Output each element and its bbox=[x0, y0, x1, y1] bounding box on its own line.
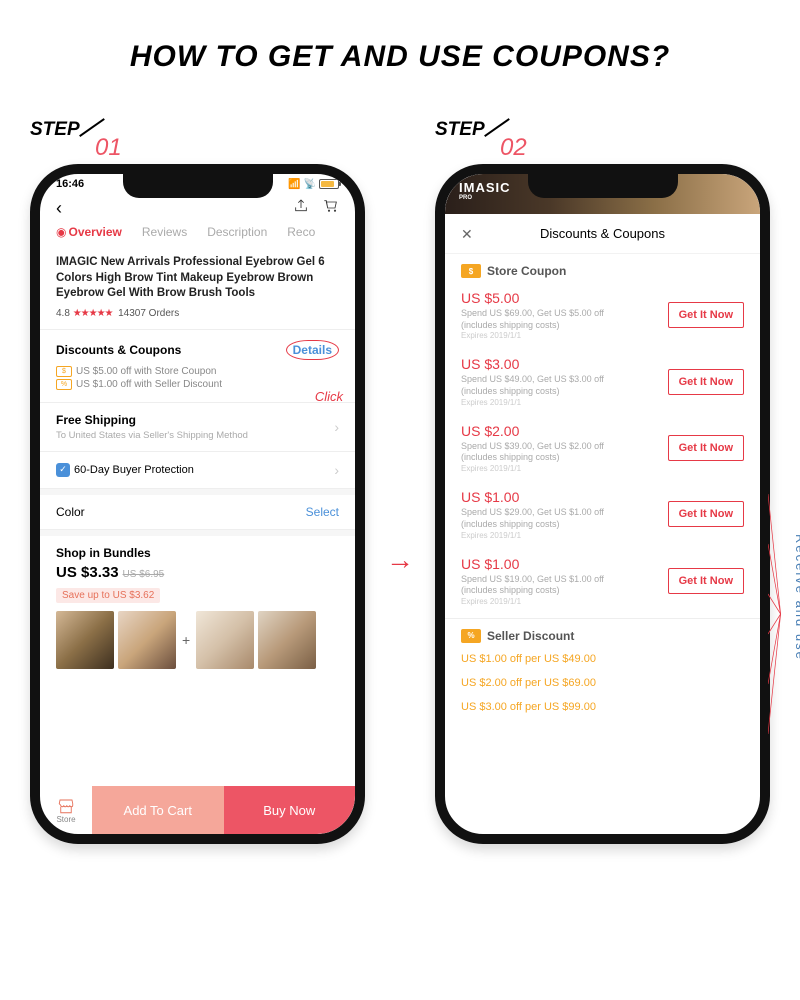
free-shipping-sub: To United States via Seller's Shipping M… bbox=[56, 430, 248, 441]
chevron-right-icon: › bbox=[334, 419, 339, 435]
bundle-price: US $3.33US $6.95 bbox=[56, 564, 339, 581]
store-coupon-header: Store Coupon bbox=[487, 264, 566, 278]
get-it-now-button[interactable]: Get It Now bbox=[668, 369, 744, 395]
percent-badge-icon: % bbox=[461, 629, 481, 643]
coupon-amount: US $2.00 bbox=[461, 423, 604, 439]
chevron-right-icon: › bbox=[334, 462, 339, 478]
discounts-coupons-header: Discounts & Coupons bbox=[56, 343, 181, 357]
coupon-expiry: Expires 2019/1/1 bbox=[461, 531, 604, 540]
bundle-save-badge: Save up to US $3.62 bbox=[56, 588, 160, 603]
close-button[interactable]: ✕ bbox=[461, 226, 473, 243]
share-icon[interactable] bbox=[293, 198, 309, 219]
step-2-number: 02 bbox=[500, 134, 527, 162]
store-label: Store bbox=[56, 815, 75, 824]
coupon-expiry: Expires 2019/1/1 bbox=[461, 464, 604, 473]
select-color-button[interactable]: Select bbox=[306, 505, 339, 519]
coupon-expiry: Expires 2019/1/1 bbox=[461, 331, 604, 340]
phone-notch bbox=[528, 174, 678, 198]
buy-now-button[interactable]: Buy Now bbox=[224, 786, 356, 834]
buyer-protection-label[interactable]: 60-Day Buyer Protection bbox=[74, 464, 194, 476]
free-shipping-label[interactable]: Free Shipping bbox=[56, 413, 248, 427]
step-1-number: 01 bbox=[95, 134, 122, 162]
coupon-amount: US $1.00 bbox=[461, 489, 604, 505]
plus-icon: + bbox=[182, 632, 190, 648]
page-title: HOW TO GET AND USE COUPONS? bbox=[0, 0, 800, 104]
phone-mockup-1: 16:46 📶 📡 ‹ bbox=[30, 164, 365, 844]
coupon-row: US $2.00 Spend US $39.00, Get US $2.00 o… bbox=[445, 415, 760, 481]
step-2-label: STEP bbox=[435, 119, 485, 141]
coupon-description: Spend US $49.00, Get US $3.00 off(includ… bbox=[461, 374, 604, 397]
add-to-cart-button[interactable]: Add To Cart bbox=[92, 786, 224, 834]
click-annotation: Click bbox=[315, 389, 343, 404]
brand-logo: IMASICPRO bbox=[459, 180, 511, 201]
get-it-now-button[interactable]: Get It Now bbox=[668, 435, 744, 461]
coupons-sheet-title: Discounts & Coupons bbox=[540, 226, 665, 241]
coupon-description: Spend US $39.00, Get US $2.00 off(includ… bbox=[461, 441, 604, 464]
receive-and-use-label: Receive and use bbox=[793, 534, 800, 661]
coupon-amount: US $5.00 bbox=[461, 290, 604, 306]
dollar-badge-icon: $ bbox=[56, 366, 72, 377]
shop-in-bundles-header: Shop in Bundles bbox=[56, 546, 339, 560]
coupon-expiry: Expires 2019/1/1 bbox=[461, 398, 604, 407]
battery-icon bbox=[319, 179, 339, 189]
tab-overview[interactable]: ◉Overview bbox=[56, 225, 122, 239]
coupon-line-2: % US $1.00 off with Seller Discount bbox=[56, 379, 339, 390]
arrow-right-icon: → bbox=[386, 544, 414, 576]
phone-notch bbox=[123, 174, 273, 198]
dollar-badge-icon: $ bbox=[461, 264, 481, 278]
product-tabs: ◉Overview Reviews Description Reco bbox=[40, 225, 355, 245]
converge-bracket-icon bbox=[768, 484, 786, 744]
coupon-description: Spend US $19.00, Get US $1.00 off(includ… bbox=[461, 574, 604, 597]
seller-discount-line: US $1.00 off per US $49.00 bbox=[445, 647, 760, 671]
product-title: IMAGIC New Arrivals Professional Eyebrow… bbox=[56, 255, 339, 302]
bundle-image-1[interactable] bbox=[56, 611, 114, 669]
status-time: 16:46 bbox=[56, 178, 84, 190]
coupon-expiry: Expires 2019/1/1 bbox=[461, 597, 604, 606]
color-label: Color bbox=[56, 505, 85, 519]
bundle-image-4[interactable] bbox=[258, 611, 316, 669]
get-it-now-button[interactable]: Get It Now bbox=[668, 501, 744, 527]
seller-discount-line: US $2.00 off per US $69.00 bbox=[445, 671, 760, 695]
shield-icon: ✓ bbox=[56, 463, 70, 477]
coupon-description: Spend US $69.00, Get US $5.00 off(includ… bbox=[461, 308, 604, 331]
tab-description[interactable]: Description bbox=[207, 225, 267, 239]
step-1-label: STEP bbox=[30, 119, 80, 141]
coupon-row: US $5.00 Spend US $69.00, Get US $5.00 o… bbox=[445, 282, 760, 348]
stars-icon: ★★★★★ bbox=[73, 308, 113, 319]
signal-icon: 📶 bbox=[288, 179, 300, 190]
back-button[interactable]: ‹ bbox=[56, 198, 62, 219]
bundle-image-2[interactable] bbox=[118, 611, 176, 669]
coupon-row: US $3.00 Spend US $49.00, Get US $3.00 o… bbox=[445, 348, 760, 414]
coupon-row: US $1.00 Spend US $29.00, Get US $1.00 o… bbox=[445, 481, 760, 547]
store-button[interactable]: Store bbox=[40, 786, 92, 834]
coupon-amount: US $3.00 bbox=[461, 356, 604, 372]
bundle-image-3[interactable] bbox=[196, 611, 254, 669]
details-link[interactable]: Details bbox=[286, 340, 339, 360]
pin-icon: ◉ bbox=[56, 225, 66, 239]
get-it-now-button[interactable]: Get It Now bbox=[668, 302, 744, 328]
wifi-icon: 📡 bbox=[304, 179, 316, 190]
coupon-amount: US $1.00 bbox=[461, 556, 604, 572]
tab-recommendations[interactable]: Reco bbox=[287, 225, 315, 239]
coupon-line-1: $ US $5.00 off with Store Coupon bbox=[56, 366, 339, 377]
coupon-row: US $1.00 Spend US $19.00, Get US $1.00 o… bbox=[445, 548, 760, 614]
get-it-now-button[interactable]: Get It Now bbox=[668, 568, 744, 594]
phone-mockup-2: IMASICPRO ✕ Discounts & Coupons $ Store … bbox=[435, 164, 770, 844]
tab-reviews[interactable]: Reviews bbox=[142, 225, 187, 239]
seller-discount-header: Seller Discount bbox=[487, 629, 574, 643]
seller-discount-line: US $3.00 off per US $99.00 bbox=[445, 695, 760, 719]
cart-icon[interactable] bbox=[323, 198, 339, 219]
coupon-description: Spend US $29.00, Get US $1.00 off(includ… bbox=[461, 507, 604, 530]
product-rating: 4.8 ★★★★★ 14307 Orders bbox=[56, 308, 339, 319]
percent-badge-icon: % bbox=[56, 379, 72, 390]
bundle-old-price: US $6.95 bbox=[123, 569, 165, 580]
